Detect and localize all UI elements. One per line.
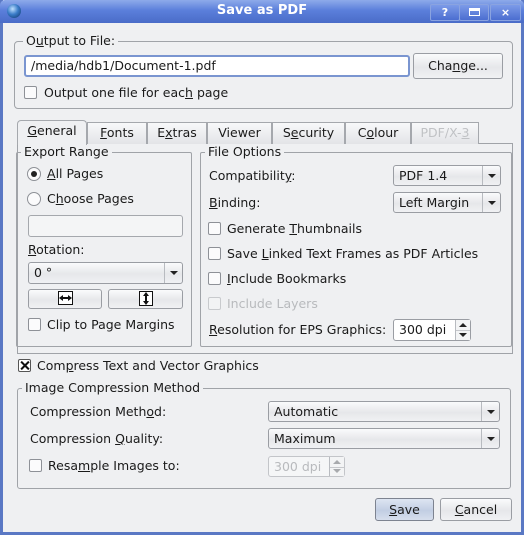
close-icon: ×: [500, 6, 511, 19]
rotation-label: Rotation:: [28, 242, 85, 257]
arrow-up-icon: [333, 460, 341, 464]
include-bookmarks-checkbox[interactable]: [208, 272, 221, 285]
clip-margins-checkbox[interactable]: [28, 318, 41, 331]
title-bar[interactable]: Save as PDF ? ×: [0, 0, 524, 23]
pages-input[interactable]: [28, 215, 183, 237]
save-as-pdf-dialog: Save as PDF ? × Output to File: /media/h…: [0, 0, 524, 535]
binding-select[interactable]: Left Margin: [393, 192, 501, 213]
resample-images-checkbox[interactable]: [29, 459, 42, 472]
image-compression-label: Image Compression Method: [22, 380, 204, 395]
export-range-label: Export Range: [21, 144, 112, 159]
compatibility-select[interactable]: PDF 1.4: [393, 165, 501, 186]
maximize-button[interactable]: [459, 4, 489, 21]
chevron-down-icon: [164, 263, 182, 283]
all-pages-radio[interactable]: [27, 167, 41, 181]
arrow-up-icon[interactable]: [459, 323, 467, 327]
tab-pdfx3: PDF/X-3: [411, 122, 479, 144]
rotation-select[interactable]: 0 °: [28, 262, 183, 284]
compatibility-label: Compatibility:: [209, 168, 296, 183]
resample-dpi-value: 300 dpi: [274, 459, 322, 474]
eps-resolution-spinbox[interactable]: 300 dpi: [393, 319, 471, 341]
chevron-down-icon: [481, 429, 499, 448]
eps-resolution-value: 300 dpi: [399, 322, 447, 337]
eps-resolution-label: Resolution for EPS Graphics:: [209, 322, 387, 337]
flip-vertical-button[interactable]: [108, 289, 183, 309]
spin-buttons[interactable]: [455, 320, 470, 340]
tab-extras[interactable]: Extras: [147, 122, 207, 144]
include-layers-checkbox: [208, 297, 221, 310]
chevron-down-icon: [482, 193, 500, 212]
file-options-label: File Options: [205, 144, 285, 159]
binding-value: Left Margin: [399, 195, 470, 210]
generate-thumbnails-checkbox[interactable]: [208, 222, 221, 235]
output-to-file-label: Output to File:: [23, 33, 119, 48]
tab-security[interactable]: Security: [272, 122, 345, 144]
chevron-down-icon: [482, 166, 500, 185]
maximize-icon: [468, 8, 480, 16]
flip-horizontal-button[interactable]: [28, 289, 102, 309]
compression-method-value: Automatic: [274, 404, 339, 419]
compression-method-select[interactable]: Automatic: [268, 401, 500, 422]
help-button[interactable]: ?: [430, 4, 460, 21]
output-one-file-label[interactable]: Output one file for each page: [44, 85, 228, 100]
flip-vertical-icon: [138, 291, 153, 306]
compress-text-checkbox[interactable]: [18, 359, 31, 372]
tab-viewer[interactable]: Viewer: [207, 122, 272, 144]
include-bookmarks-label[interactable]: Include Bookmarks: [227, 271, 346, 286]
all-pages-label[interactable]: All Pages: [47, 166, 103, 181]
arrow-down-icon[interactable]: [459, 333, 467, 337]
compression-quality-select[interactable]: Maximum: [268, 428, 500, 449]
save-button[interactable]: Save: [375, 498, 434, 521]
compatibility-value: PDF 1.4: [399, 168, 448, 183]
compress-text-label[interactable]: Compress Text and Vector Graphics: [37, 358, 259, 373]
flip-horizontal-icon: [57, 291, 73, 305]
output-file-path-input[interactable]: /media/hdb1/Document-1.pdf: [24, 55, 410, 77]
spin-buttons: [329, 457, 344, 476]
tab-general[interactable]: General: [17, 120, 87, 145]
resample-dpi-spinbox: 300 dpi: [268, 456, 345, 477]
tab-colour[interactable]: Colour: [345, 122, 411, 144]
chevron-down-icon: [481, 402, 499, 421]
generate-thumbnails-label[interactable]: Generate Thumbnails: [227, 221, 362, 236]
compression-quality-label: Compression Quality:: [30, 431, 164, 446]
include-layers-label: Include Layers: [227, 296, 318, 311]
rotation-value: 0 °: [34, 265, 53, 280]
resample-images-label[interactable]: Resample Images to:: [48, 458, 180, 473]
save-linked-frames-label[interactable]: Save Linked Text Frames as PDF Articles: [227, 246, 478, 261]
binding-label: Binding:: [209, 195, 261, 210]
close-button[interactable]: ×: [490, 4, 521, 21]
tab-fonts[interactable]: Fonts: [87, 122, 147, 144]
change-button[interactable]: Change...: [413, 53, 503, 79]
output-one-file-checkbox[interactable]: [24, 86, 37, 99]
choose-pages-label[interactable]: Choose Pages: [47, 191, 134, 206]
clip-margins-label[interactable]: Clip to Page Margins: [47, 317, 175, 332]
compression-quality-value: Maximum: [274, 431, 336, 446]
compression-method-label: Compression Method:: [30, 404, 167, 419]
choose-pages-radio[interactable]: [27, 192, 41, 206]
save-linked-frames-checkbox[interactable]: [208, 247, 221, 260]
arrow-down-icon: [333, 469, 341, 473]
cancel-button[interactable]: Cancel: [440, 498, 512, 521]
